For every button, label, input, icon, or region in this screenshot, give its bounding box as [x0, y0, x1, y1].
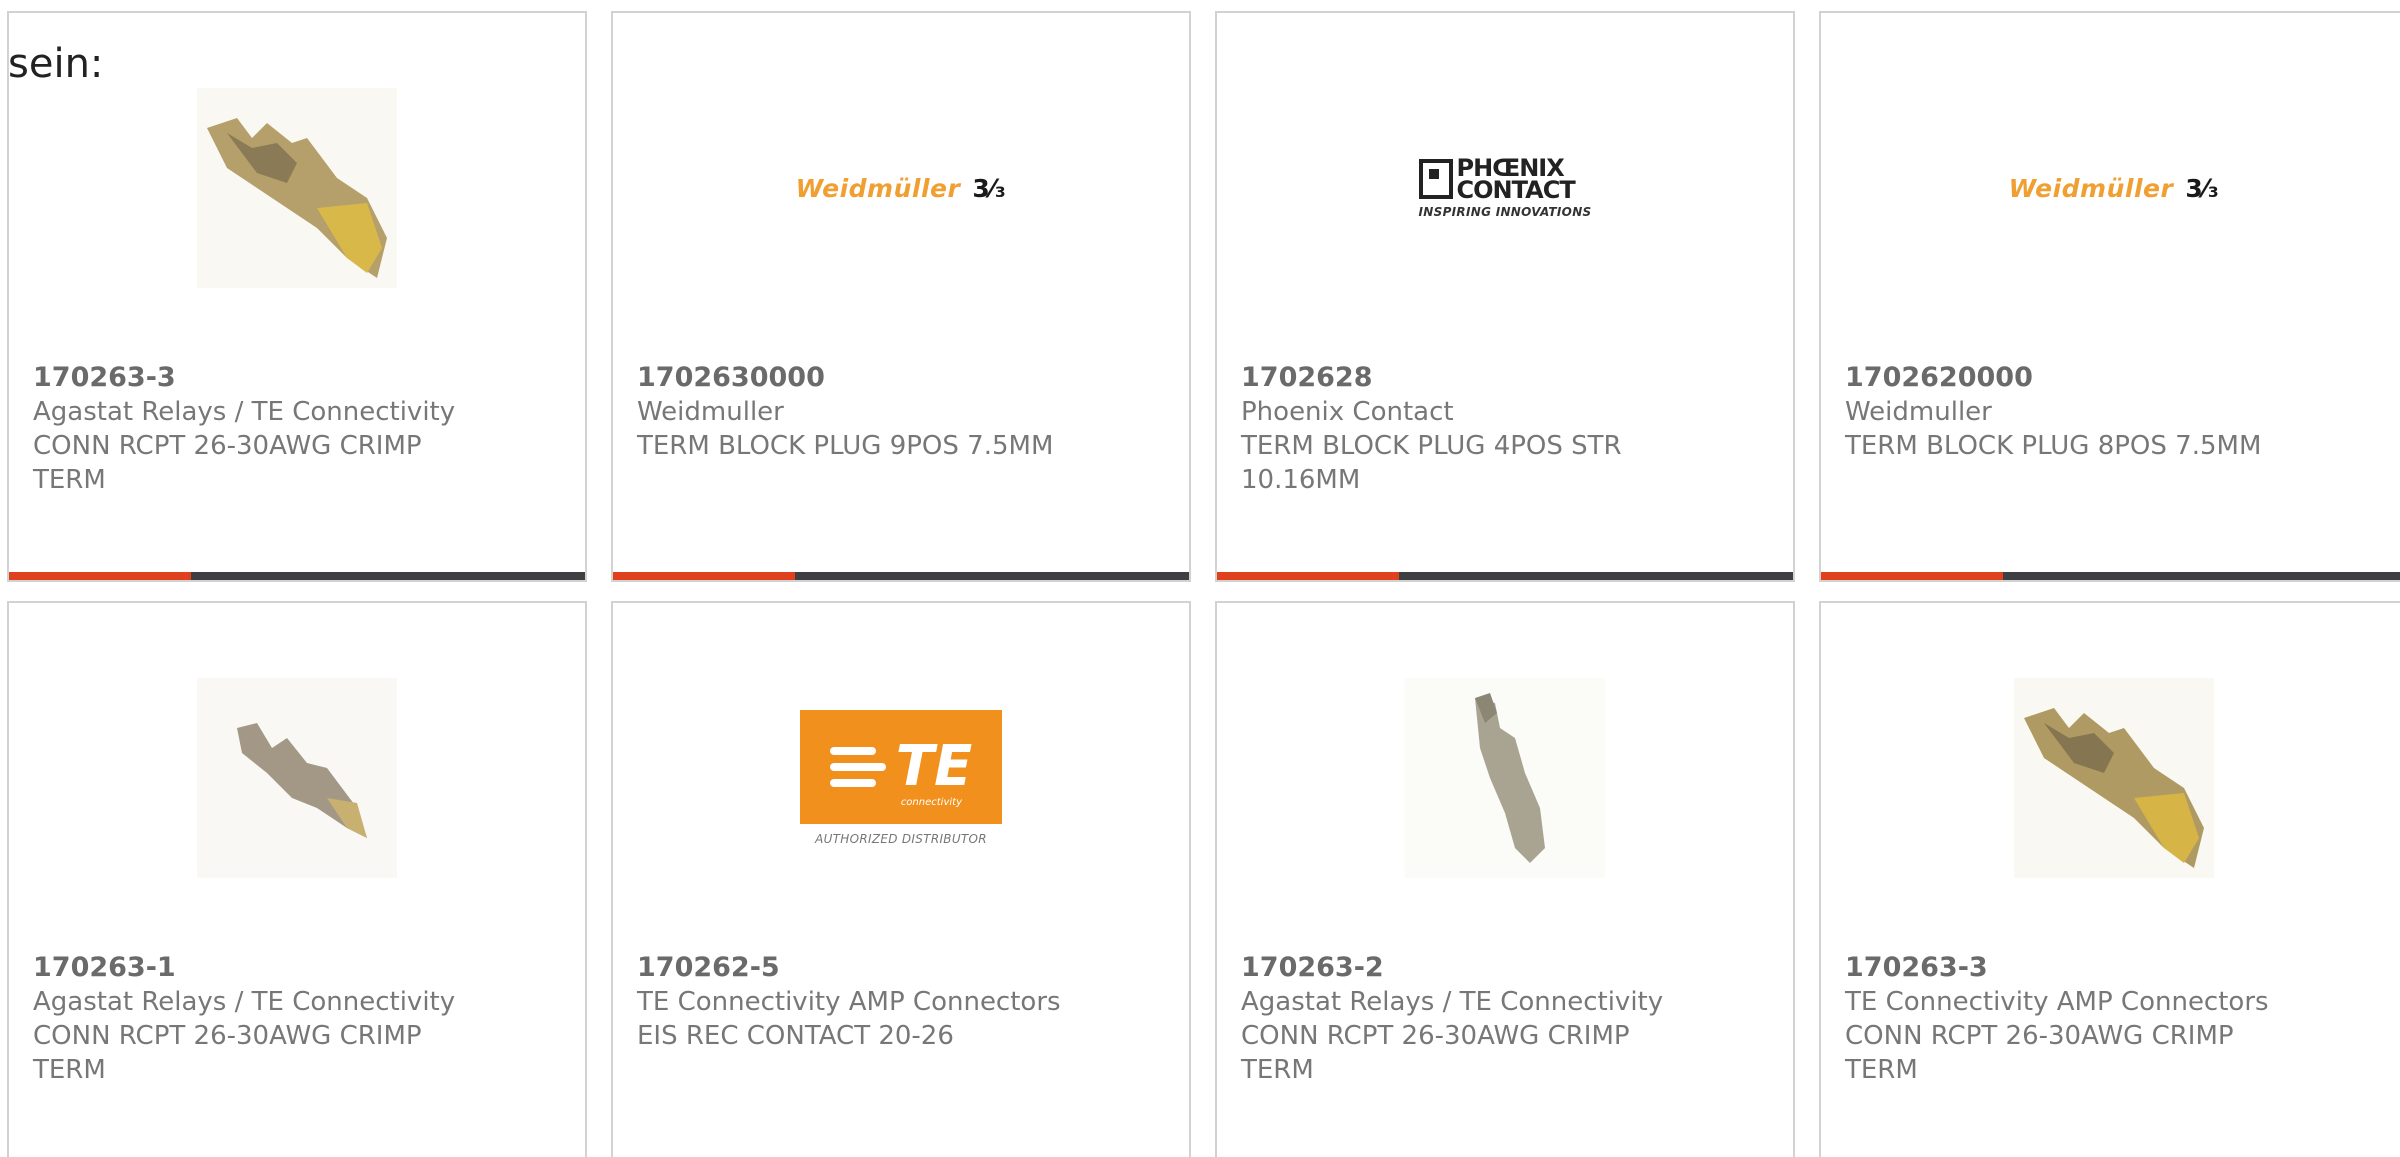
- logo-text: TE: [895, 734, 973, 799]
- crimp-terminal-icon: [197, 678, 397, 878]
- product-card[interactable]: 170263-3 Agastat Relays / TE Connectivit…: [7, 11, 587, 582]
- product-card[interactable]: 170263-1 Agastat Relays / TE Connectivit…: [7, 601, 587, 1157]
- part-number[interactable]: 1702628: [1241, 361, 1701, 395]
- description: TERM BLOCK PLUG 8POS 7.5MM: [1845, 431, 2262, 461]
- logo-tagline: INSPIRING INNOVATIONS: [1418, 205, 1592, 219]
- card-bar: [1217, 572, 1793, 580]
- crimp-terminal-icon: [1405, 678, 1605, 878]
- weidmuller-mark-icon: 3⁄₃: [972, 173, 1007, 203]
- card-bar: [1821, 572, 2400, 580]
- part-number[interactable]: 170263-3: [1845, 951, 2305, 985]
- logo-text: Weidmüller: [2008, 173, 2174, 203]
- part-number[interactable]: 170262-5: [637, 951, 1097, 985]
- part-number[interactable]: 1702630000: [637, 361, 1097, 395]
- product-image: [192, 673, 402, 883]
- manufacturer: Agastat Relays / TE Connectivity: [33, 397, 456, 427]
- product-info: 1702630000 Weidmuller TERM BLOCK PLUG 9P…: [637, 361, 1097, 463]
- manufacturer: TE Connectivity AMP Connectors: [1845, 987, 2269, 1017]
- manufacturer: Weidmuller: [1845, 397, 1992, 427]
- description: CONN RCPT 26-30AWG CRIMP TERM: [1845, 1021, 2234, 1085]
- product-image: Weidmüller 3⁄₃: [796, 83, 1006, 293]
- product-info: 170263-3 Agastat Relays / TE Connectivit…: [33, 361, 493, 497]
- manufacturer: Phoenix Contact: [1241, 397, 1454, 427]
- product-info: 170263-2 Agastat Relays / TE Connectivit…: [1241, 951, 1701, 1087]
- description: TERM BLOCK PLUG 4POS STR 10.16MM: [1241, 431, 1622, 495]
- product-card[interactable]: 170263-3 TE Connectivity AMP Connectors …: [1819, 601, 2400, 1157]
- logo-tagline: AUTHORIZED DISTRIBUTOR: [815, 832, 987, 846]
- product-image: [2009, 673, 2219, 883]
- card-bar-accent: [9, 572, 191, 580]
- card-bar-accent: [613, 572, 795, 580]
- te-lines-icon: [829, 743, 886, 791]
- part-number[interactable]: 170263-3: [33, 361, 493, 395]
- product-info: 1702628 Phoenix Contact TERM BLOCK PLUG …: [1241, 361, 1701, 497]
- product-grid: 170263-3 Agastat Relays / TE Connectivit…: [0, 0, 2400, 1157]
- logo-line2: CONTACT: [1456, 176, 1576, 204]
- card-bar: [9, 572, 585, 580]
- logo-subtext: connectivity: [900, 797, 962, 808]
- page: sein: 170263-3 Agastat Relays / TE Conne…: [0, 0, 2400, 1157]
- weidmuller-logo: Weidmüller 3⁄₃: [796, 174, 1007, 203]
- description: CONN RCPT 26-30AWG CRIMP TERM: [33, 431, 422, 495]
- description: EIS REC CONTACT 20-26: [637, 1021, 954, 1051]
- card-bar: [613, 572, 1189, 580]
- phoenix-contact-logo: PHŒNIX CONTACT INSPIRING INNOVATIONS: [1418, 156, 1592, 219]
- card-bar-accent: [1217, 572, 1399, 580]
- weidmuller-logo: Weidmüller 3⁄₃: [2009, 174, 2220, 203]
- product-card[interactable]: PHŒNIX CONTACT INSPIRING INNOVATIONS 170…: [1215, 11, 1795, 582]
- product-image: [1400, 673, 1610, 883]
- product-info: 170263-1 Agastat Relays / TE Connectivit…: [33, 951, 493, 1087]
- weidmuller-mark-icon: 3⁄₃: [2185, 173, 2220, 203]
- product-info: 170263-3 TE Connectivity AMP Connectors …: [1845, 951, 2305, 1087]
- product-info: 1702620000 Weidmuller TERM BLOCK PLUG 8P…: [1845, 361, 2305, 463]
- product-card[interactable]: 170263-2 Agastat Relays / TE Connectivit…: [1215, 601, 1795, 1157]
- part-number[interactable]: 170263-2: [1241, 951, 1701, 985]
- intro-text: sein:: [8, 41, 104, 87]
- product-image: TE connectivity AUTHORIZED DISTRIBUTOR: [796, 673, 1006, 883]
- manufacturer: Agastat Relays / TE Connectivity: [33, 987, 456, 1017]
- phoenix-mark-icon: [1418, 159, 1453, 199]
- logo-text: Weidmüller: [795, 173, 961, 203]
- te-connectivity-logo: TE connectivity AUTHORIZED DISTRIBUTOR: [800, 710, 1002, 846]
- product-image: Weidmüller 3⁄₃: [2009, 83, 2219, 293]
- part-number[interactable]: 170263-1: [33, 951, 493, 985]
- crimp-terminal-icon: [2014, 678, 2214, 878]
- description: TERM BLOCK PLUG 9POS 7.5MM: [637, 431, 1054, 461]
- product-card[interactable]: Weidmüller 3⁄₃ 1702630000 Weidmuller TERM…: [611, 11, 1191, 582]
- crimp-terminal-icon: [197, 88, 397, 288]
- manufacturer: TE Connectivity AMP Connectors: [637, 987, 1061, 1017]
- part-number[interactable]: 1702620000: [1845, 361, 2305, 395]
- manufacturer: Agastat Relays / TE Connectivity: [1241, 987, 1664, 1017]
- description: CONN RCPT 26-30AWG CRIMP TERM: [33, 1021, 422, 1085]
- manufacturer: Weidmuller: [637, 397, 784, 427]
- product-image: [192, 83, 402, 293]
- product-card[interactable]: TE connectivity AUTHORIZED DISTRIBUTOR 1…: [611, 601, 1191, 1157]
- product-image: PHŒNIX CONTACT INSPIRING INNOVATIONS: [1400, 83, 1610, 293]
- card-bar-accent: [1821, 572, 2003, 580]
- product-card[interactable]: Weidmüller 3⁄₃ 1702620000 Weidmuller TERM…: [1819, 11, 2400, 582]
- product-info: 170262-5 TE Connectivity AMP Connectors …: [637, 951, 1097, 1053]
- description: CONN RCPT 26-30AWG CRIMP TERM: [1241, 1021, 1630, 1085]
- te-badge: TE connectivity: [800, 710, 1002, 824]
